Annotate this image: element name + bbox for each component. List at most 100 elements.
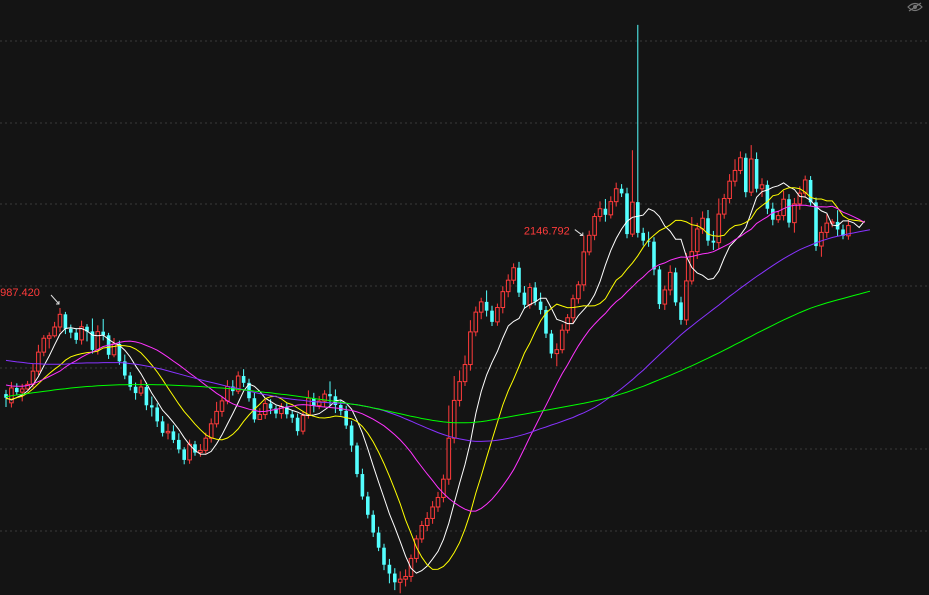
candle[interactable] <box>393 568 397 591</box>
candle[interactable] <box>208 418 214 443</box>
candle[interactable] <box>592 213 597 241</box>
candle[interactable] <box>419 520 425 543</box>
candle[interactable] <box>111 337 117 358</box>
candle[interactable] <box>79 320 84 345</box>
candle[interactable] <box>721 193 727 219</box>
candle[interactable] <box>522 286 527 309</box>
candle[interactable] <box>235 371 241 395</box>
candle[interactable] <box>36 344 41 376</box>
candle[interactable] <box>462 355 468 387</box>
candle[interactable] <box>57 307 63 333</box>
candle[interactable] <box>490 305 494 327</box>
candle[interactable] <box>144 382 149 411</box>
candle[interactable] <box>241 369 246 387</box>
candle[interactable] <box>586 230 592 256</box>
candle[interactable] <box>787 194 791 228</box>
candle[interactable] <box>468 320 473 371</box>
candle[interactable] <box>511 263 516 285</box>
candle[interactable] <box>657 266 662 309</box>
candle[interactable] <box>182 447 186 465</box>
candle[interactable] <box>446 405 452 485</box>
candle[interactable] <box>424 512 430 532</box>
candle[interactable] <box>727 174 732 204</box>
candle[interactable] <box>90 318 95 354</box>
candle[interactable] <box>128 372 132 391</box>
candle[interactable] <box>193 440 197 456</box>
candle[interactable] <box>613 182 619 207</box>
candle[interactable] <box>430 501 435 524</box>
candle[interactable] <box>397 571 403 594</box>
candle[interactable] <box>41 335 47 357</box>
candle[interactable] <box>846 219 851 240</box>
candle[interactable] <box>138 379 144 397</box>
candle[interactable] <box>500 286 506 314</box>
candle[interactable] <box>544 306 548 338</box>
candlestick-chart[interactable]: 2146.792 1987.420 <box>0 0 929 595</box>
candle[interactable] <box>759 178 765 198</box>
candle[interactable] <box>716 198 722 250</box>
candle[interactable] <box>435 491 441 512</box>
candle[interactable] <box>74 328 78 344</box>
candle[interactable] <box>630 150 635 238</box>
candle[interactable] <box>441 474 446 503</box>
candle[interactable] <box>133 382 138 400</box>
candle[interactable] <box>738 151 743 175</box>
candle[interactable] <box>841 224 845 240</box>
candle[interactable] <box>63 311 68 335</box>
candle[interactable] <box>360 468 365 500</box>
candle[interactable] <box>603 198 608 222</box>
candle[interactable] <box>355 442 359 478</box>
candle[interactable] <box>689 217 695 285</box>
candle[interactable] <box>652 237 656 276</box>
candle[interactable] <box>150 396 154 417</box>
candle[interactable] <box>824 214 830 238</box>
candle[interactable] <box>484 290 489 317</box>
candle[interactable] <box>382 543 386 571</box>
candle[interactable] <box>160 416 165 437</box>
candle[interactable] <box>274 405 278 419</box>
candle[interactable] <box>15 383 19 396</box>
candle[interactable] <box>662 285 668 310</box>
candle[interactable] <box>69 324 73 339</box>
candle[interactable] <box>744 153 748 198</box>
candle[interactable] <box>101 318 105 341</box>
candle[interactable] <box>781 190 786 221</box>
candle[interactable] <box>322 390 327 407</box>
eye-icon[interactable] <box>907 2 923 12</box>
candle[interactable] <box>732 159 738 187</box>
candle[interactable] <box>257 408 263 420</box>
candle[interactable] <box>123 354 127 380</box>
candle[interactable] <box>765 180 770 215</box>
candle[interactable] <box>376 526 381 552</box>
candle[interactable] <box>171 425 176 444</box>
candle[interactable] <box>673 267 678 306</box>
candle[interactable] <box>684 253 689 326</box>
candle[interactable] <box>177 433 181 454</box>
candlestick-series[interactable] <box>4 24 851 594</box>
candle[interactable] <box>748 145 754 197</box>
candle[interactable] <box>792 198 797 233</box>
candle[interactable] <box>312 392 316 413</box>
candle[interactable] <box>754 152 759 193</box>
candle[interactable] <box>451 376 457 444</box>
candle[interactable] <box>52 321 57 338</box>
candle[interactable] <box>198 444 203 457</box>
candle[interactable] <box>473 306 479 337</box>
candle[interactable] <box>279 403 284 419</box>
candle[interactable] <box>619 184 624 198</box>
candle[interactable] <box>625 187 629 239</box>
candle[interactable] <box>290 410 294 423</box>
candle[interactable] <box>457 370 462 407</box>
candle[interactable] <box>775 210 781 223</box>
candle[interactable] <box>85 324 89 342</box>
candle[interactable] <box>559 324 565 354</box>
candle[interactable] <box>549 329 554 359</box>
candle[interactable] <box>667 265 673 296</box>
candle[interactable] <box>495 303 500 326</box>
candle[interactable] <box>387 558 392 584</box>
candle[interactable] <box>214 401 219 428</box>
candle[interactable] <box>636 24 640 238</box>
candle[interactable] <box>581 235 587 292</box>
candle[interactable] <box>554 343 560 367</box>
candle[interactable] <box>366 491 370 519</box>
